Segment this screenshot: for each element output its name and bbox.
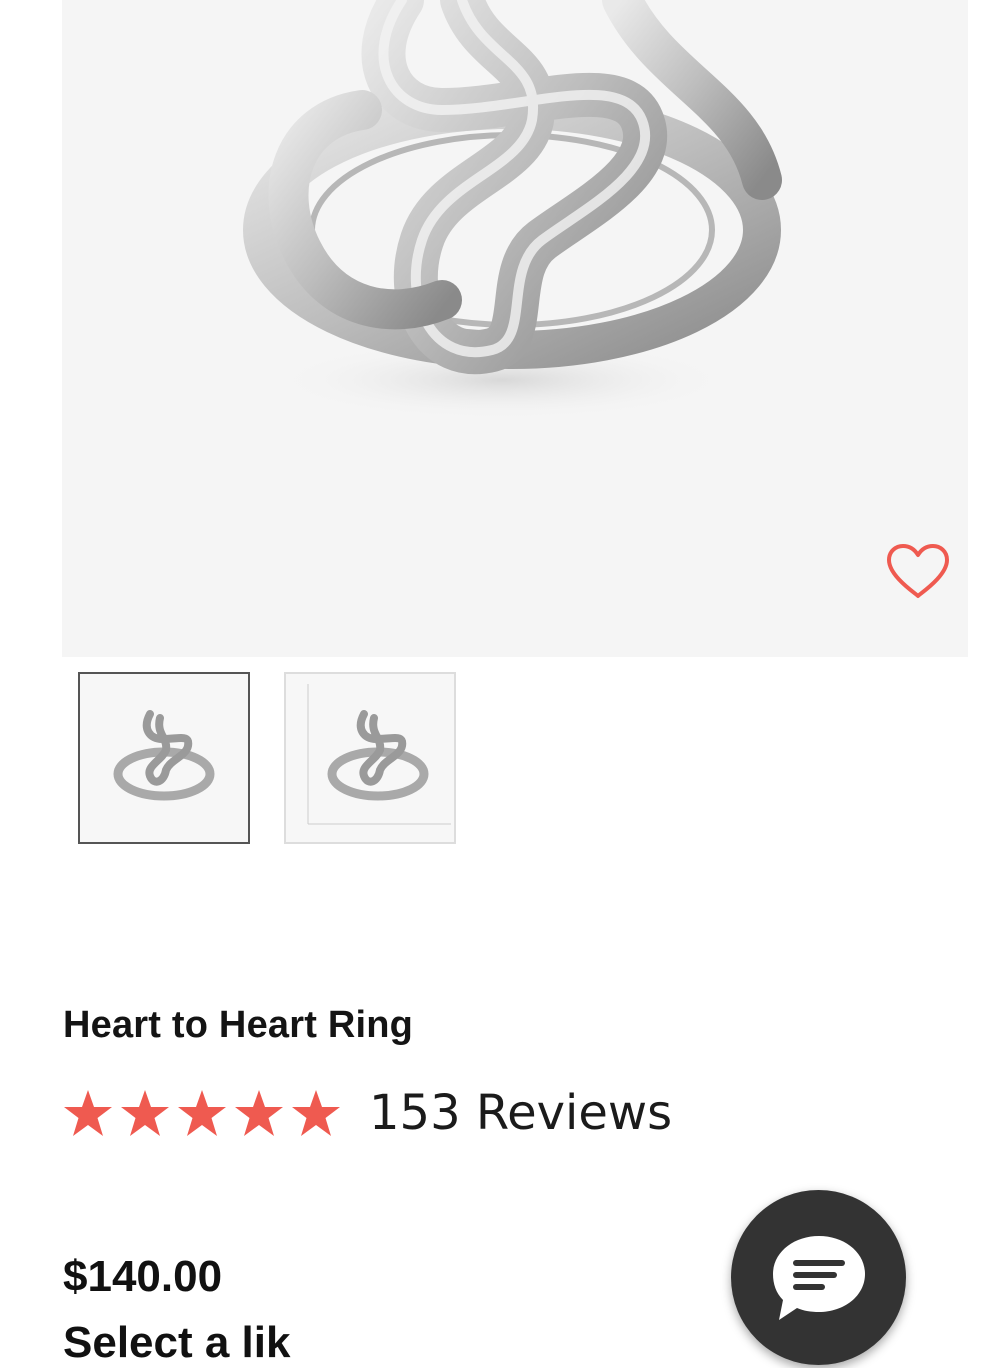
star-icon [235, 1090, 283, 1136]
product-title: Heart to Heart Ring [63, 1004, 414, 1046]
star-icon [178, 1090, 226, 1136]
chat-button[interactable] [731, 1190, 906, 1365]
star-rating[interactable] [62, 1088, 347, 1138]
chat-bubble-icon [772, 1235, 865, 1320]
heart-outline-icon [887, 544, 949, 598]
thumbnail-1[interactable] [78, 672, 250, 844]
star-icon [292, 1090, 340, 1136]
select-option-prompt: Select a lik [63, 1318, 291, 1367]
product-price: $140.00 [63, 1252, 223, 1301]
product-rating: 153 Reviews [62, 1085, 672, 1141]
ring-illustration [243, 0, 782, 420]
ring-size-chart-thumbnail-image [307, 684, 451, 825]
ring-thumbnail-image [113, 710, 215, 801]
star-icon [121, 1090, 169, 1136]
product-main-image[interactable] [62, 0, 968, 657]
star-icon [64, 1090, 112, 1136]
reviews-link[interactable]: 153 Reviews [369, 1085, 672, 1141]
thumbnail-2[interactable] [284, 672, 456, 844]
wishlist-button[interactable] [880, 538, 956, 604]
